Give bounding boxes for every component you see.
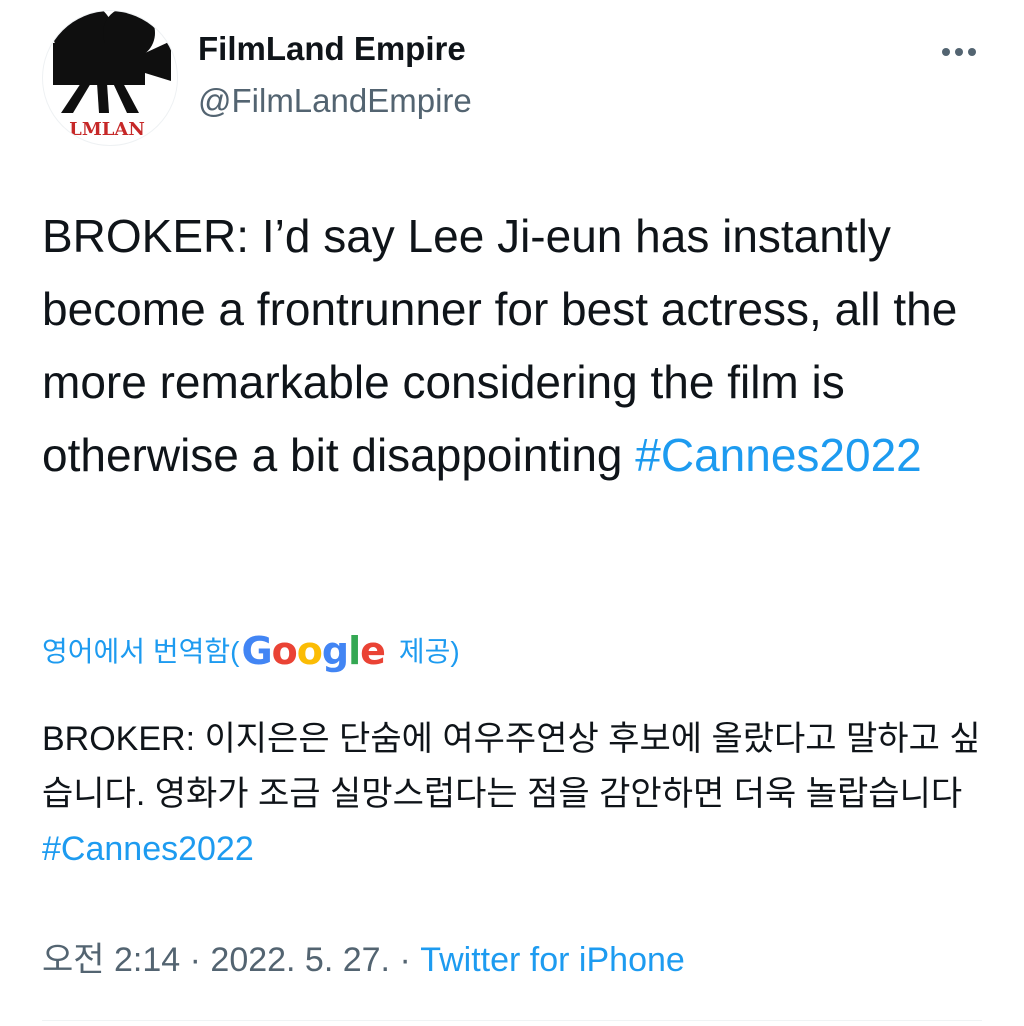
translation-attribution: 영어에서 번역함( Google 제공) bbox=[42, 628, 460, 673]
hashtag-link[interactable]: #Cannes2022 bbox=[635, 429, 921, 481]
google-letter: g bbox=[321, 629, 349, 673]
tweet-source-link[interactable]: Twitter for iPhone bbox=[420, 941, 685, 979]
avatar[interactable]: LMLAN bbox=[42, 10, 178, 146]
google-letter: o bbox=[296, 629, 323, 673]
film-camera-logo-icon: LMLAN bbox=[53, 11, 171, 140]
google-letter: e bbox=[360, 629, 386, 673]
author-name[interactable]: FilmLand Empire bbox=[198, 30, 466, 68]
translated-from-label[interactable]: 영어에서 번역함( bbox=[42, 630, 239, 670]
google-letter: o bbox=[271, 629, 298, 673]
meta-separator: · bbox=[180, 941, 211, 979]
google-letter: l bbox=[348, 629, 361, 673]
more-horizontal-icon bbox=[942, 48, 976, 56]
translated-tweet-text: BROKER: 이지은은 단숨에 여우주연상 후보에 올랐다고 말하고 싶습니다… bbox=[42, 712, 982, 877]
translated-body: BROKER: 이지은은 단숨에 여우주연상 후보에 올랐다고 말하고 싶습니다… bbox=[42, 720, 981, 813]
tweet-metadata: 오전 2:14 · 2022. 5. 27. · Twitter for iPh… bbox=[42, 932, 685, 981]
translated-hashtag-link[interactable]: #Cannes2022 bbox=[42, 830, 254, 868]
author-handle[interactable]: @FilmLandEmpire bbox=[198, 82, 472, 120]
tweet-time[interactable]: 오전 2:14 bbox=[42, 941, 180, 979]
google-letter: G bbox=[241, 629, 272, 673]
more-options-button[interactable] bbox=[938, 36, 980, 68]
google-logo: Google bbox=[241, 629, 386, 673]
tweet-date[interactable]: 2022. 5. 27. bbox=[210, 941, 390, 979]
meta-separator: · bbox=[390, 941, 421, 979]
tweet-text: BROKER: I’d say Lee Ji-eun has instantly… bbox=[42, 200, 982, 492]
avatar-logo-text: LMLAN bbox=[69, 119, 145, 140]
provided-by-label: 제공) bbox=[398, 636, 460, 667]
divider bbox=[42, 1020, 982, 1021]
